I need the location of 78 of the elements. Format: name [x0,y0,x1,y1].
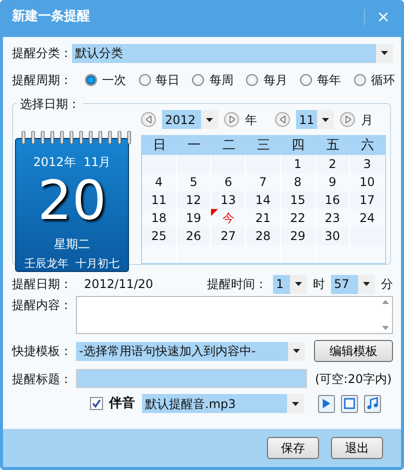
calendar-day: 20 [38,171,106,231]
day-cell[interactable]: 26 [176,227,212,245]
lunar-date: 壬辰龙年 十月初七 [24,256,120,272]
radio-button[interactable] [354,74,366,86]
date-value: 2012/11/20 [84,276,154,293]
radio-button[interactable] [138,74,151,86]
radio-button[interactable] [246,74,258,86]
field-label: 提醒标题： [12,370,72,388]
dropdown-arrow-icon[interactable] [381,51,388,55]
unit-label: 月 [361,112,373,128]
radio-label[interactable]: 循环 [370,71,395,89]
hint-text: (可空:20字内) [315,370,392,388]
field-label: 提醒日期： [12,276,72,293]
dropdown-arrow-icon[interactable] [206,118,213,122]
radio-label[interactable]: 每日 [156,71,180,89]
day-cell[interactable]: 29 [280,227,316,245]
next-year-button[interactable] [224,112,239,127]
radio-button[interactable] [192,74,204,86]
previous-year-button[interactable] [141,112,156,127]
day-cell[interactable]: 1 [280,155,316,173]
field-label: 快捷模板： [12,343,72,360]
calendar-year-month: 2012年 11月 [33,154,111,171]
dialog-button[interactable]: 退出 [331,437,383,459]
dropdown-arrow-icon[interactable] [292,402,299,406]
calendar-weekday: 星期二 [54,236,90,253]
day-cell[interactable]: 12 [176,191,212,209]
field-label: 提醒内容： [12,297,72,314]
dropdown-arrow-icon[interactable] [293,349,300,353]
day-cell[interactable]: 25 [142,227,177,245]
dropdown-arrow-icon[interactable] [363,282,370,286]
edit-template-button[interactable]: 编辑模板 [314,340,393,362]
field-label: 提醒分类： [12,45,72,62]
field-label: 提醒周期： [12,72,72,89]
left-triangle-icon[interactable] [146,116,152,123]
day-cell[interactable]: 11 [142,191,177,209]
right-triangle-icon[interactable] [228,116,234,123]
scroll-down-icon[interactable] [382,326,388,330]
weekday-header: 四 [290,137,306,155]
radio-button[interactable] [300,74,312,86]
weekday-header: 日 [152,137,167,155]
dropdown-arrow-icon[interactable] [295,282,302,286]
day-cell[interactable]: 17 [350,191,385,209]
unit-label: 年 [245,112,257,128]
day-cell[interactable]: 3 [350,155,385,173]
dialog-button[interactable]: 保存 [267,437,319,459]
weekday-header: 二 [221,137,236,155]
weekday-header: 一 [186,137,202,155]
right-triangle-icon[interactable] [344,116,350,123]
day-cell[interactable]: 27 [211,227,246,245]
field-label: 提醒时间： [207,276,267,293]
weekday-header: 六 [360,137,376,155]
left-triangle-icon[interactable] [280,116,286,123]
previous-month-button[interactable] [275,112,290,127]
day-cell[interactable]: 15 [280,191,316,209]
day-cell[interactable]: 2 [316,155,350,173]
day-cell[interactable]: 13 [211,191,246,209]
sound-label: 伴音 [109,394,135,413]
radio-label[interactable]: 一次 [102,71,126,89]
day-cell[interactable]: 28 [246,227,281,245]
title-input[interactable] [76,369,307,388]
field-label: 选择日期： [17,95,83,113]
today-marker-icon [211,209,218,216]
dropdown-arrow-icon[interactable] [322,118,330,122]
radio-label[interactable]: 每年 [317,71,342,89]
unit-label: 时 [313,276,325,293]
radio-label[interactable]: 每月 [263,71,288,89]
day-cell[interactable]: 30 [316,227,350,245]
sound-checkbox[interactable] [90,397,103,410]
next-month-button[interactable] [340,112,355,127]
radio-button[interactable] [84,74,97,86]
window-title: 新建一条提醒 [12,8,90,26]
radio-label[interactable]: 每周 [209,71,234,89]
scroll-up-icon[interactable] [382,300,388,304]
day-cell[interactable]: 16 [316,191,350,209]
unit-label: 分 [381,276,393,293]
weekday-header: 五 [325,137,340,155]
weekday-header: 三 [256,137,271,155]
day-cell[interactable]: 14 [246,191,281,209]
